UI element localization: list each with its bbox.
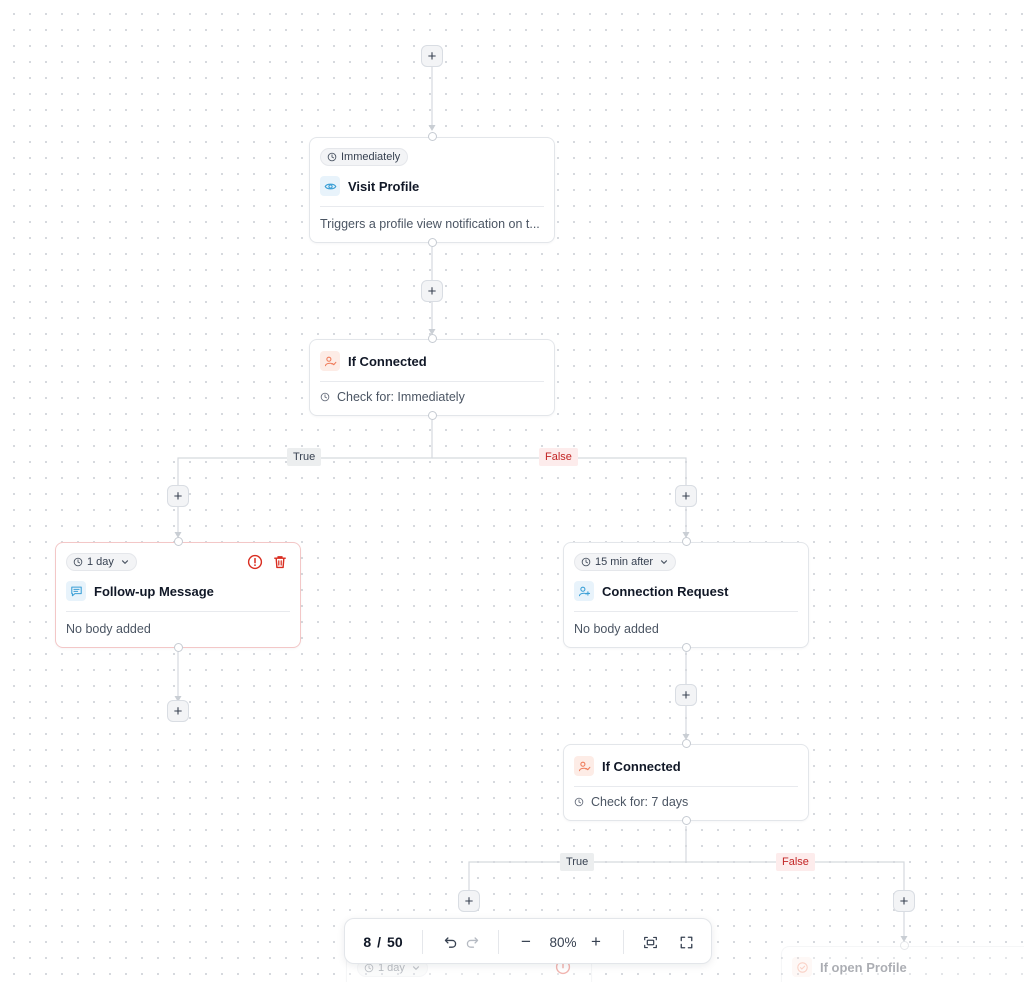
node-body: No body added xyxy=(574,622,659,636)
connector-port[interactable] xyxy=(900,941,909,950)
chevron-down-icon xyxy=(412,966,419,970)
connector-port[interactable] xyxy=(428,334,437,343)
add-step-button[interactable]: + xyxy=(167,700,189,722)
add-step-button[interactable]: + xyxy=(421,280,443,302)
branch-label-false: False xyxy=(776,853,815,871)
connector-port[interactable] xyxy=(428,238,437,247)
node-title: Visit Profile xyxy=(348,178,420,194)
message-icon xyxy=(66,581,86,601)
user-check-icon xyxy=(792,957,812,977)
node-divider xyxy=(320,381,544,382)
node-divider xyxy=(66,611,290,612)
connection-request-node[interactable]: 15 min after Connection Request No body … xyxy=(563,542,809,648)
node-title: If Connected xyxy=(348,353,427,369)
node-divider xyxy=(320,206,544,207)
add-step-button[interactable]: + xyxy=(675,684,697,706)
node-title: Connection Request xyxy=(602,583,729,599)
check-duration: Check for: Immediately xyxy=(337,390,465,404)
zoom-level: 80% xyxy=(549,934,577,950)
branch-label-false: False xyxy=(539,448,578,466)
undo-icon xyxy=(444,936,456,948)
if-connected-node[interactable]: If Connected Check for: 7 days xyxy=(563,744,809,821)
connector-port[interactable] xyxy=(174,643,183,652)
node-description: Triggers a profile view notification on … xyxy=(320,217,540,231)
delay-label: Immediately xyxy=(341,151,401,163)
undo-button[interactable] xyxy=(439,931,461,953)
if-open-profile-node[interactable]: If open Profile xyxy=(781,946,1024,982)
connector-port[interactable] xyxy=(682,537,691,546)
connector-port[interactable] xyxy=(428,411,437,420)
toolbar-divider xyxy=(422,930,423,954)
user-plus-icon xyxy=(574,581,594,601)
connector-port[interactable] xyxy=(174,537,183,546)
clock-icon xyxy=(327,152,337,162)
user-check-icon xyxy=(320,351,340,371)
if-connected-node[interactable]: If Connected Check for: Immediately xyxy=(309,339,555,416)
warning-icon[interactable] xyxy=(247,554,263,570)
step-counter: 8 / 50 xyxy=(363,934,403,950)
redo-button[interactable] xyxy=(461,931,483,953)
canvas-toolbar: 8 / 50 − 80% + xyxy=(344,918,712,964)
chevron-down-icon xyxy=(661,560,668,564)
delay-label: 15 min after xyxy=(595,556,654,568)
add-step-button[interactable]: + xyxy=(167,485,189,507)
add-step-button[interactable]: + xyxy=(421,45,443,67)
branch-label-true: True xyxy=(287,448,322,466)
node-title: If open Profile xyxy=(820,959,907,975)
branch-label-true: True xyxy=(560,853,595,871)
check-duration: Check for: 7 days xyxy=(591,795,689,809)
node-title: If Connected xyxy=(602,758,681,774)
clock-icon xyxy=(320,392,330,402)
zoom-in-button[interactable]: + xyxy=(585,931,607,953)
chevron-down-icon xyxy=(121,560,128,564)
add-step-button[interactable]: + xyxy=(893,890,915,912)
node-divider xyxy=(574,611,798,612)
eye-icon xyxy=(320,176,340,196)
node-body: No body added xyxy=(66,622,151,636)
connector-port[interactable] xyxy=(428,132,437,141)
user-check-icon xyxy=(574,756,594,776)
delay-dropdown[interactable]: 1 day xyxy=(66,553,137,571)
clock-icon xyxy=(73,557,83,567)
add-step-button[interactable]: + xyxy=(458,890,480,912)
fit-view-button[interactable] xyxy=(639,931,661,953)
delete-icon[interactable] xyxy=(272,554,288,570)
clock-icon xyxy=(574,797,584,807)
connector-port[interactable] xyxy=(682,816,691,825)
connector-port[interactable] xyxy=(682,643,691,652)
delay-label: 1 day xyxy=(87,556,114,568)
delay-dropdown[interactable]: 15 min after xyxy=(574,553,677,571)
redo-icon xyxy=(466,936,478,948)
node-divider xyxy=(574,786,798,787)
follow-up-message-node[interactable]: 1 day Follow-up Message No body added xyxy=(55,542,301,648)
add-step-button[interactable]: + xyxy=(675,485,697,507)
zoom-out-button[interactable]: − xyxy=(515,931,537,953)
toolbar-divider xyxy=(498,930,499,954)
fullscreen-button[interactable] xyxy=(675,931,697,953)
visit-profile-node[interactable]: Immediately Visit Profile Triggers a pro… xyxy=(309,137,555,243)
delay-badge[interactable]: Immediately xyxy=(320,148,409,166)
fullscreen-icon xyxy=(680,936,692,948)
connector-port[interactable] xyxy=(682,739,691,748)
clock-icon xyxy=(581,557,591,567)
node-title: Follow-up Message xyxy=(94,583,214,599)
toolbar-divider xyxy=(623,930,624,954)
fit-view-icon xyxy=(643,936,657,948)
